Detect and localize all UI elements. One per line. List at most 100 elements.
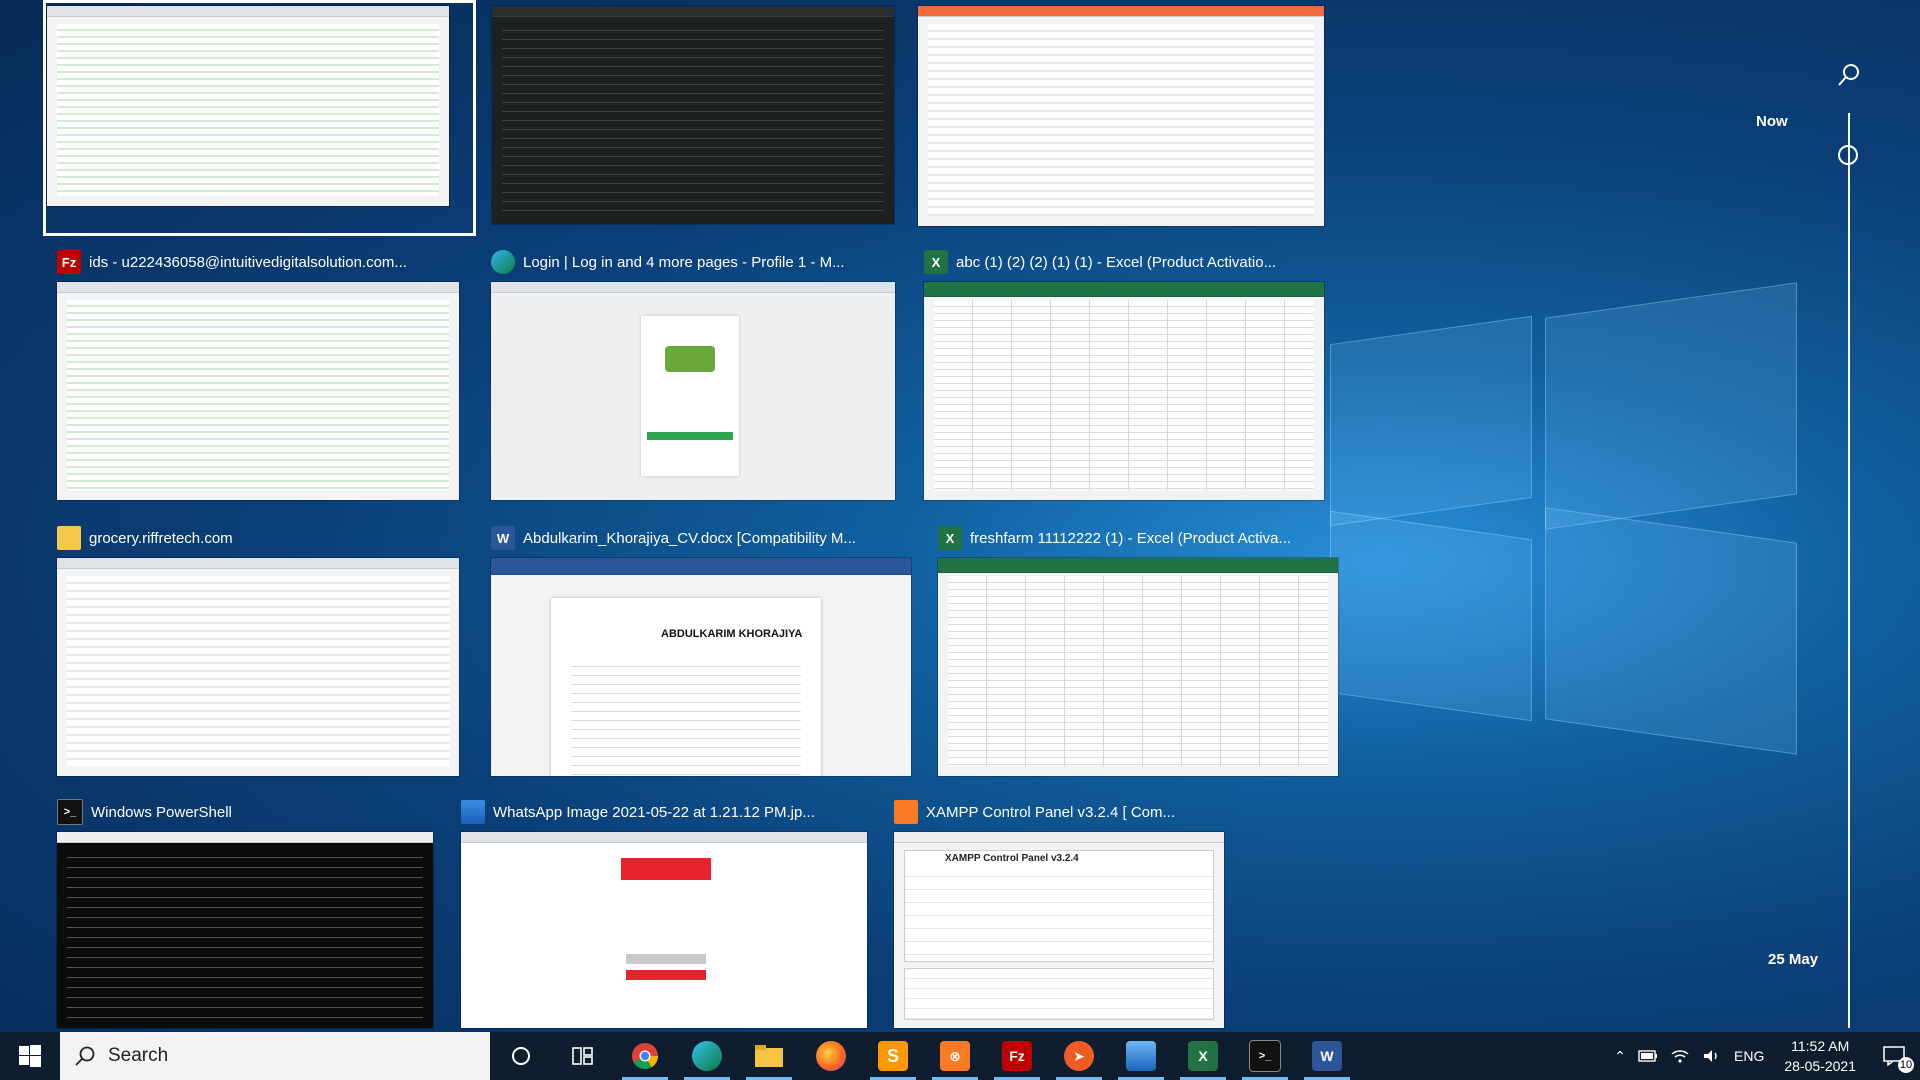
postman-button[interactable]: ➤ bbox=[1048, 1032, 1110, 1080]
window-thumbnail[interactable] bbox=[918, 6, 1324, 226]
xampp-icon bbox=[894, 800, 918, 824]
excel-icon: X bbox=[924, 250, 948, 274]
firefox-button[interactable] bbox=[800, 1032, 862, 1080]
window-tile-powershell[interactable]: >_ Windows PowerShell bbox=[57, 796, 433, 1028]
filezilla-button[interactable]: Fz bbox=[986, 1032, 1048, 1080]
window-title: grocery.riffretech.com bbox=[89, 529, 233, 547]
word-button[interactable]: W bbox=[1296, 1032, 1358, 1080]
window-tile-excel-abc[interactable]: X abc (1) (2) (2) (1) (1) - Excel (Produ… bbox=[924, 246, 1326, 500]
filezilla-icon: Fz bbox=[57, 250, 81, 274]
window-thumbnail[interactable] bbox=[491, 282, 895, 500]
chrome-icon bbox=[632, 1043, 659, 1070]
firefox-icon bbox=[816, 1041, 846, 1071]
excel-icon: X bbox=[938, 526, 962, 550]
window-thumbnail[interactable] bbox=[924, 282, 1324, 500]
wallpaper-logo-pane bbox=[1330, 315, 1532, 527]
xampp-log-panel bbox=[904, 968, 1214, 1020]
filezilla-icon: Fz bbox=[1002, 1041, 1032, 1071]
search-placeholder: Search bbox=[108, 1045, 169, 1066]
taskbar: Search S ⊗ Fz ➤ X >_ W ⌃ ENG 11:52 AM 28… bbox=[0, 1032, 1920, 1080]
battery-icon[interactable] bbox=[1638, 1050, 1658, 1062]
window-title-bar: W Abdulkarim_Khorajiya_CV.docx [Compatib… bbox=[491, 522, 911, 554]
search-icon bbox=[75, 1046, 95, 1066]
timeline-track[interactable] bbox=[1848, 113, 1850, 1028]
clock-date: 28-05-2021 bbox=[1784, 1058, 1856, 1074]
window-thumbnail[interactable]: XAMPP Control Panel v3.2.4 bbox=[894, 832, 1224, 1028]
cortana-button[interactable] bbox=[490, 1032, 552, 1080]
window-thumbnail[interactable] bbox=[57, 558, 459, 776]
volume-icon[interactable] bbox=[1702, 1048, 1722, 1064]
document-heading: ABDULKARIM KHORAJIYA bbox=[661, 628, 803, 640]
file-explorer-icon bbox=[755, 1045, 783, 1067]
photos-icon bbox=[1126, 1041, 1156, 1071]
window-title: Login | Log in and 4 more pages - Profil… bbox=[523, 253, 845, 271]
window-title-bar: X freshfarm 11112222 (1) - Excel (Produc… bbox=[938, 522, 1340, 554]
window-title-bar: Login | Log in and 4 more pages - Profil… bbox=[491, 246, 893, 278]
task-view: Fz ids - u222436058@intuitivedigitalsolu… bbox=[0, 0, 1920, 1032]
window-thumbnail[interactable] bbox=[938, 558, 1338, 776]
window-title-bar: Fz ids - u222436058@intuitivedigitalsolu… bbox=[57, 246, 459, 278]
photos-button[interactable] bbox=[1110, 1032, 1172, 1080]
xampp-icon: ⊗ bbox=[940, 1041, 970, 1071]
sublime-text-button[interactable]: S bbox=[862, 1032, 924, 1080]
taskbar-search-box[interactable]: Search bbox=[60, 1032, 490, 1080]
clock[interactable]: 11:52 AM 28-05-2021 bbox=[1784, 1036, 1856, 1076]
edge-icon bbox=[491, 250, 515, 274]
timeline-scrubber[interactable] bbox=[1838, 145, 1858, 165]
window-tile-photos[interactable]: WhatsApp Image 2021-05-22 at 1.21.12 PM.… bbox=[461, 796, 867, 1028]
action-center-button[interactable]: 10 bbox=[1876, 1041, 1914, 1073]
postman-icon: ➤ bbox=[1064, 1041, 1094, 1071]
wifi-icon[interactable] bbox=[1670, 1048, 1690, 1064]
excel-button[interactable]: X bbox=[1172, 1032, 1234, 1080]
word-icon: W bbox=[1312, 1041, 1342, 1071]
wallpaper-logo-pane bbox=[1545, 507, 1797, 755]
window-tile-explorer[interactable]: grocery.riffretech.com bbox=[57, 522, 459, 776]
xampp-modules-panel: XAMPP Control Panel v3.2.4 bbox=[904, 850, 1214, 962]
chrome-button[interactable] bbox=[614, 1032, 676, 1080]
system-tray: ⌃ ENG 11:52 AM 28-05-2021 10 bbox=[1614, 1032, 1920, 1080]
window-thumbnail[interactable] bbox=[492, 6, 894, 224]
window-title: freshfarm 11112222 (1) - Excel (Product … bbox=[970, 529, 1291, 547]
file-explorer-button[interactable] bbox=[738, 1032, 800, 1080]
window-title: WhatsApp Image 2021-05-22 at 1.21.12 PM.… bbox=[493, 803, 815, 821]
clock-time: 11:52 AM bbox=[1791, 1038, 1850, 1054]
window-title: abc (1) (2) (2) (1) (1) - Excel (Product… bbox=[956, 253, 1277, 271]
language-indicator[interactable]: ENG bbox=[1734, 1048, 1764, 1064]
search-icon[interactable] bbox=[1836, 62, 1862, 88]
chevron-up-icon[interactable]: ⌃ bbox=[1614, 1048, 1626, 1065]
taskbar-pinned-apps: S ⊗ Fz ➤ X >_ W bbox=[490, 1032, 1358, 1080]
timeline-now-label: Now bbox=[1756, 113, 1788, 130]
xampp-panel-heading: XAMPP Control Panel v3.2.4 bbox=[905, 851, 1213, 866]
window-thumbnail[interactable] bbox=[461, 832, 867, 1028]
cortana-icon bbox=[512, 1047, 530, 1065]
xampp-button[interactable]: ⊗ bbox=[924, 1032, 986, 1080]
edge-button[interactable] bbox=[676, 1032, 738, 1080]
window-thumbnail[interactable]: ABDULKARIM KHORAJIYA bbox=[491, 558, 911, 776]
window-title: XAMPP Control Panel v3.2.4 [ Com... bbox=[926, 803, 1176, 821]
sublime-text-icon: S bbox=[878, 1041, 908, 1071]
wallpaper-logo-pane bbox=[1545, 282, 1797, 530]
window-title-bar: XAMPP Control Panel v3.2.4 [ Com... bbox=[894, 796, 1224, 828]
windows-logo-icon bbox=[19, 1045, 41, 1067]
window-tile-filezilla[interactable]: Fz ids - u222436058@intuitivedigitalsolu… bbox=[57, 246, 459, 500]
login-card bbox=[641, 316, 739, 476]
window-title: ids - u222436058@intuitivedigitalsolutio… bbox=[89, 253, 407, 271]
window-title-bar: X abc (1) (2) (2) (1) (1) - Excel (Produ… bbox=[924, 246, 1326, 278]
window-title-bar: WhatsApp Image 2021-05-22 at 1.21.12 PM.… bbox=[461, 796, 867, 828]
window-tile-word[interactable]: W Abdulkarim_Khorajiya_CV.docx [Compatib… bbox=[491, 522, 911, 776]
window-thumbnail[interactable] bbox=[57, 832, 433, 1028]
selected-window-frame bbox=[43, 0, 476, 236]
task-view-button[interactable] bbox=[552, 1032, 614, 1080]
window-title: Windows PowerShell bbox=[91, 803, 232, 821]
window-tile-excel-freshfarm[interactable]: X freshfarm 11112222 (1) - Excel (Produc… bbox=[938, 522, 1340, 776]
task-view-icon bbox=[572, 1047, 593, 1065]
powershell-icon: >_ bbox=[57, 799, 83, 825]
window-thumbnail[interactable] bbox=[57, 282, 459, 500]
timeline-date-label: 25 May bbox=[1768, 951, 1819, 968]
window-tile-xampp[interactable]: XAMPP Control Panel v3.2.4 [ Com... XAMP… bbox=[894, 796, 1224, 1028]
window-tile-edge[interactable]: Login | Log in and 4 more pages - Profil… bbox=[491, 246, 895, 500]
start-button[interactable] bbox=[0, 1032, 60, 1080]
excel-icon: X bbox=[1188, 1041, 1218, 1071]
powershell-button[interactable]: >_ bbox=[1234, 1032, 1296, 1080]
window-title: Abdulkarim_Khorajiya_CV.docx [Compatibil… bbox=[523, 529, 856, 547]
